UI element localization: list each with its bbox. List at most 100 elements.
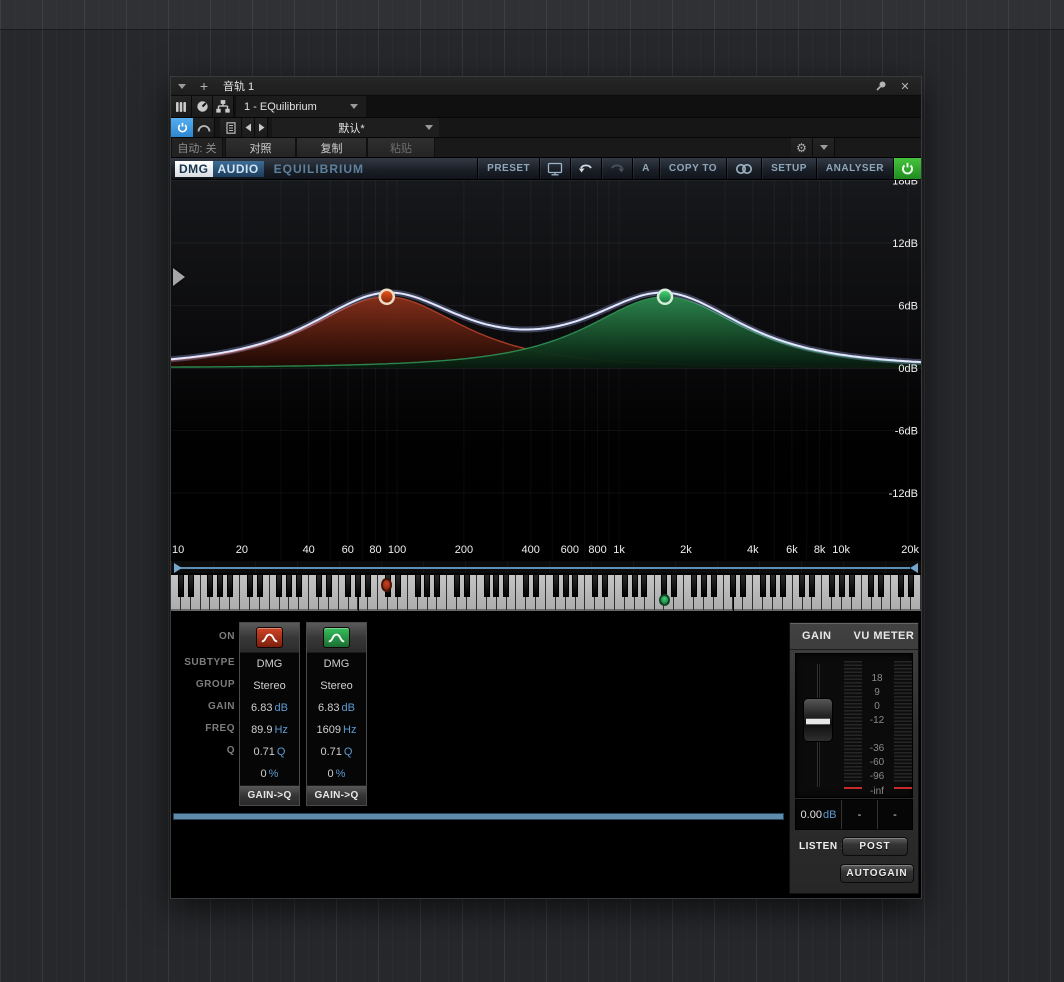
piano-key-black[interactable]: [760, 575, 766, 597]
piano-key-black[interactable]: [464, 575, 470, 597]
gain-readout[interactable]: 0.00dB: [796, 800, 842, 829]
band2-gain-to-q-button[interactable]: GAIN->Q: [307, 785, 366, 805]
band1-subtype[interactable]: DMG: [240, 653, 299, 675]
piano-key-black[interactable]: [454, 575, 460, 597]
band2-on-button[interactable]: [323, 627, 350, 648]
band1-gain[interactable]: 6.83dB: [240, 697, 299, 719]
piano-key-black[interactable]: [868, 575, 874, 597]
band2-q[interactable]: 0.71Q: [307, 741, 366, 763]
piano-key-black[interactable]: [247, 575, 253, 597]
band1-mix[interactable]: 0%: [240, 763, 299, 785]
prev-preset-icon[interactable]: [242, 118, 255, 137]
knob-icon[interactable]: [192, 96, 213, 117]
analyser-button[interactable]: ANALYSER: [816, 158, 893, 179]
band1-gain-to-q-button[interactable]: GAIN->Q: [240, 785, 299, 805]
gear-icon[interactable]: ⚙: [791, 138, 813, 157]
band2-group[interactable]: Stereo: [307, 675, 366, 697]
channel-strip-icon[interactable]: [171, 96, 192, 117]
redo-icon[interactable]: [601, 158, 632, 179]
piano-key-black[interactable]: [878, 575, 884, 597]
piano-key-black[interactable]: [701, 575, 707, 597]
piano-key-black[interactable]: [592, 575, 598, 597]
preset-list-icon[interactable]: [220, 118, 242, 137]
copy-button[interactable]: 复制: [296, 138, 367, 157]
band2-subtype[interactable]: DMG: [307, 653, 366, 675]
band1-group[interactable]: Stereo: [240, 675, 299, 697]
preset-select[interactable]: 默认*: [272, 118, 439, 137]
preset-button[interactable]: PRESET: [477, 158, 539, 179]
piano-key-black[interactable]: [553, 575, 559, 597]
piano-key-black[interactable]: [740, 575, 746, 597]
piano-key-black[interactable]: [434, 575, 440, 597]
piano-key-black[interactable]: [533, 575, 539, 597]
plugin-slot-select[interactable]: 1 - EQuilibrium: [236, 96, 366, 117]
eq-graph[interactable]: 10204060801002004006008001k2k4k6k8k10k20…: [171, 180, 921, 560]
piano-key-black[interactable]: [602, 575, 608, 597]
piano-key-black[interactable]: [829, 575, 835, 597]
piano-key-black[interactable]: [691, 575, 697, 597]
gain-fader-handle[interactable]: [803, 698, 833, 742]
gear-dropdown-icon[interactable]: [813, 138, 835, 157]
band1-on-button[interactable]: [256, 627, 283, 648]
band2-gain[interactable]: 6.83dB: [307, 697, 366, 719]
paste-button[interactable]: 粘贴: [367, 138, 435, 157]
piano-key-black[interactable]: [188, 575, 194, 597]
piano-key-black[interactable]: [799, 575, 805, 597]
add-icon[interactable]: +: [193, 78, 215, 94]
stereo-link-icon[interactable]: [726, 158, 761, 179]
piano-key-black[interactable]: [276, 575, 282, 597]
piano-key-black[interactable]: [839, 575, 845, 597]
piano-keyboard[interactable]: [171, 575, 921, 612]
graph-left-marker[interactable]: [173, 268, 185, 286]
piano-key-black[interactable]: [770, 575, 776, 597]
plugin-power-button[interactable]: [893, 158, 921, 179]
piano-key-black[interactable]: [395, 575, 401, 597]
piano-key-black[interactable]: [622, 575, 628, 597]
piano-key-black[interactable]: [207, 575, 213, 597]
pin-icon[interactable]: [875, 80, 891, 93]
band1-node[interactable]: [380, 290, 394, 304]
zoom-handle-left-icon[interactable]: [174, 563, 182, 573]
piano-key-black[interactable]: [711, 575, 717, 597]
piano-key-black[interactable]: [730, 575, 736, 597]
piano-key-black[interactable]: [365, 575, 371, 597]
zoom-range-line[interactable]: [180, 567, 910, 569]
autogain-button[interactable]: AUTOGAIN: [840, 864, 914, 883]
piano-key-black[interactable]: [296, 575, 302, 597]
zoom-handle-right-icon[interactable]: [910, 563, 918, 573]
piano-key-black[interactable]: [227, 575, 233, 597]
next-preset-icon[interactable]: [255, 118, 268, 137]
ab-compare-button[interactable]: A: [632, 158, 659, 179]
band-scrollbar[interactable]: [173, 813, 784, 820]
piano-key-black[interactable]: [671, 575, 677, 597]
band2-node[interactable]: [658, 290, 672, 304]
copy-to-button[interactable]: COPY TO: [659, 158, 726, 179]
piano-key-black[interactable]: [345, 575, 351, 597]
piano-key-black[interactable]: [424, 575, 430, 597]
band2-mix[interactable]: 0%: [307, 763, 366, 785]
piano-key-black[interactable]: [503, 575, 509, 597]
band1-freq[interactable]: 89.9Hz: [240, 719, 299, 741]
band1-q[interactable]: 0.71Q: [240, 741, 299, 763]
piano-key-black[interactable]: [632, 575, 638, 597]
piano-key-black[interactable]: [484, 575, 490, 597]
piano-key-black[interactable]: [849, 575, 855, 597]
piano-key-black[interactable]: [809, 575, 815, 597]
compare-button[interactable]: 对照: [225, 138, 296, 157]
piano-key-black[interactable]: [493, 575, 499, 597]
piano-key-black[interactable]: [523, 575, 529, 597]
piano-key-black[interactable]: [908, 575, 914, 597]
piano-key-black[interactable]: [415, 575, 421, 597]
eq-curve-canvas[interactable]: 10204060801002004006008001k2k4k6k8k10k20…: [171, 180, 921, 560]
piano-key-black[interactable]: [355, 575, 361, 597]
piano-key-black[interactable]: [217, 575, 223, 597]
piano-key-black[interactable]: [316, 575, 322, 597]
undo-icon[interactable]: [570, 158, 601, 179]
piano-key-black[interactable]: [572, 575, 578, 597]
piano-key-black[interactable]: [286, 575, 292, 597]
freq-zoom-slider[interactable]: [171, 560, 921, 575]
listen-post-button[interactable]: POST: [842, 837, 908, 856]
piano-key-black[interactable]: [257, 575, 263, 597]
piano-key-black[interactable]: [898, 575, 904, 597]
monitor-icon[interactable]: [539, 158, 570, 179]
